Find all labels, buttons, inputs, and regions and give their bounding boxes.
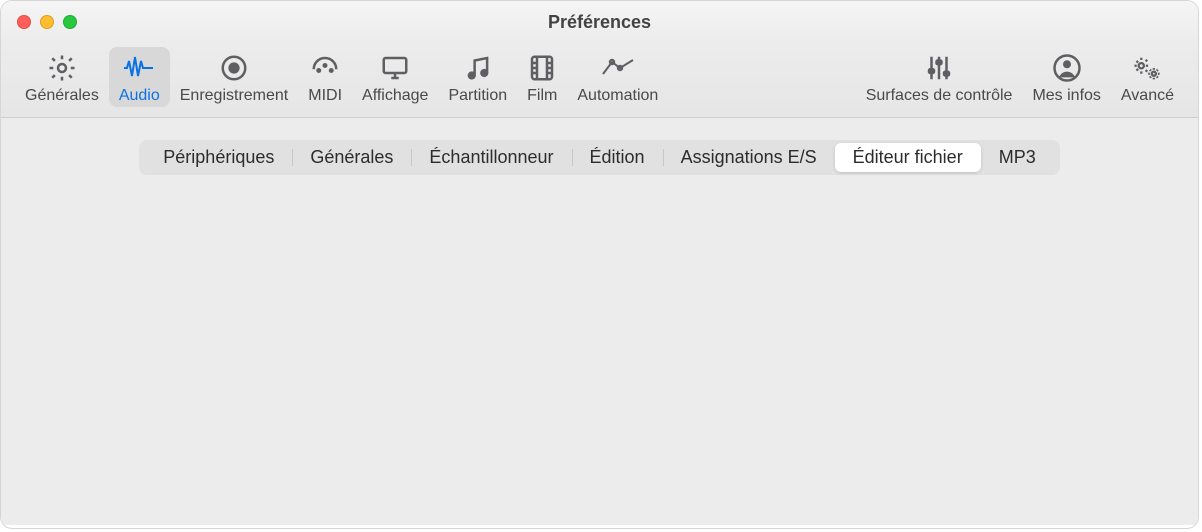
toolbar-item-advanced[interactable]: Avancé bbox=[1111, 47, 1184, 107]
tab-mp3[interactable]: MP3 bbox=[981, 143, 1054, 172]
toolbar-item-display[interactable]: Affichage bbox=[352, 47, 438, 107]
toolbar-label: Surfaces de contrôle bbox=[866, 87, 1013, 105]
toolbar-label: Affichage bbox=[362, 87, 428, 105]
preferences-window: Préférences Générales Audio Enregistreme… bbox=[0, 0, 1199, 529]
record-icon bbox=[219, 51, 249, 85]
automation-icon bbox=[601, 51, 635, 85]
external-editor-input[interactable] bbox=[398, 373, 1013, 405]
toolbar: Générales Audio Enregistrement MIDI Affi bbox=[1, 43, 1198, 118]
check-label: Enregistrer les modifications de la séle… bbox=[428, 272, 1011, 293]
audio-subtabs: Périphériques Générales Échantillonneur … bbox=[139, 140, 1059, 175]
checkbox-record-normalize[interactable] bbox=[396, 303, 418, 325]
undo-steps-label: Nombre de pas d’annulation : bbox=[66, 340, 386, 361]
check-list: Avertir avant d’exécuter la fonctionnali… bbox=[396, 207, 1133, 325]
tab-devices[interactable]: Périphériques bbox=[145, 143, 292, 172]
window-title: Préférences bbox=[1, 12, 1198, 33]
checkbox-clear-undo[interactable] bbox=[396, 239, 418, 261]
check-label: Avertir avant d’exécuter la fonctionnali… bbox=[428, 208, 1039, 229]
toolbar-item-recording[interactable]: Enregistrement bbox=[170, 47, 299, 107]
choose-button[interactable]: Choisir… bbox=[1025, 373, 1133, 405]
stepper-down-icon[interactable] bbox=[387, 344, 415, 356]
toolbar-item-score[interactable]: Partition bbox=[438, 47, 517, 107]
toolbar-label: Avancé bbox=[1121, 87, 1174, 105]
tab-io-assign[interactable]: Assignations E/S bbox=[663, 143, 835, 172]
external-editor-label: Éditeur externe d’échantillon : bbox=[66, 379, 386, 400]
row-external-editor: Éditeur externe d’échantillon : Choisir… bbox=[66, 373, 1133, 405]
midi-icon bbox=[310, 51, 340, 85]
tab-general[interactable]: Générales bbox=[292, 143, 411, 172]
toolbar-item-general[interactable]: Générales bbox=[15, 47, 109, 107]
check-row-clear-undo: Effacer l’historique d’annulation à la f… bbox=[396, 239, 1133, 261]
display-icon bbox=[380, 51, 410, 85]
window-traffic-lights bbox=[17, 15, 77, 29]
toolbar-item-movie[interactable]: Film bbox=[517, 47, 567, 107]
toolbar-label: Générales bbox=[25, 87, 99, 105]
toolbar-item-automation[interactable]: Automation bbox=[567, 47, 668, 107]
tab-file-editor[interactable]: Éditeur fichier bbox=[835, 143, 981, 172]
check-label: Effacer l’historique d’annulation à la f… bbox=[428, 240, 869, 261]
toolbar-label: MIDI bbox=[308, 87, 342, 105]
toolbar-item-my-info[interactable]: Mes infos bbox=[1022, 47, 1110, 107]
stepper-up-icon[interactable] bbox=[449, 344, 477, 356]
user-icon bbox=[1052, 51, 1082, 85]
undo-steps-value: 5 bbox=[415, 340, 449, 360]
gear-icon bbox=[47, 51, 77, 85]
toolbar-label: Film bbox=[527, 87, 557, 105]
check-label: Enregistrer les opérations de normalisat… bbox=[428, 304, 1007, 325]
check-row-record-normalize: Enregistrer les opérations de normalisat… bbox=[396, 303, 1133, 325]
tab-sampler[interactable]: Échantillonneur bbox=[411, 143, 571, 172]
toolbar-item-control-surfaces[interactable]: Surfaces de contrôle bbox=[856, 47, 1023, 107]
checkbox-warn[interactable] bbox=[396, 207, 418, 229]
row-remove: Retirer bbox=[66, 413, 1133, 445]
toolbar-label: Mes infos bbox=[1032, 87, 1100, 105]
toolbar-label: Automation bbox=[577, 87, 658, 105]
gears-icon bbox=[1131, 51, 1163, 85]
toolbar-item-midi[interactable]: MIDI bbox=[298, 47, 352, 107]
titlebar: Préférences bbox=[1, 1, 1198, 43]
check-row-warn: Avertir avant d’exécuter la fonctionnali… bbox=[396, 207, 1133, 229]
content-area: Périphériques Générales Échantillonneur … bbox=[1, 118, 1198, 525]
toolbar-label: Partition bbox=[448, 87, 507, 105]
checkbox-record-selection[interactable] bbox=[396, 271, 418, 293]
minimize-icon[interactable] bbox=[40, 15, 54, 29]
toolbar-label: Enregistrement bbox=[180, 87, 289, 105]
music-notes-icon bbox=[463, 51, 493, 85]
film-icon bbox=[527, 51, 557, 85]
toolbar-item-audio[interactable]: Audio bbox=[109, 47, 170, 107]
file-editor-panel: Avertir avant d’exécuter la fonctionnali… bbox=[37, 161, 1162, 484]
close-icon[interactable] bbox=[17, 15, 31, 29]
sliders-icon bbox=[924, 51, 954, 85]
cursor-icon bbox=[1110, 399, 1132, 423]
zoom-icon[interactable] bbox=[63, 15, 77, 29]
waveform-icon bbox=[122, 51, 156, 85]
row-undo-steps: Nombre de pas d’annulation : 5 bbox=[66, 335, 1133, 365]
tab-editing[interactable]: Édition bbox=[572, 143, 663, 172]
undo-steps-stepper[interactable]: 5 bbox=[386, 335, 478, 365]
check-row-record-selection: Enregistrer les modifications de la séle… bbox=[396, 271, 1133, 293]
toolbar-label: Audio bbox=[119, 87, 160, 105]
remove-button[interactable]: Retirer bbox=[386, 413, 475, 445]
